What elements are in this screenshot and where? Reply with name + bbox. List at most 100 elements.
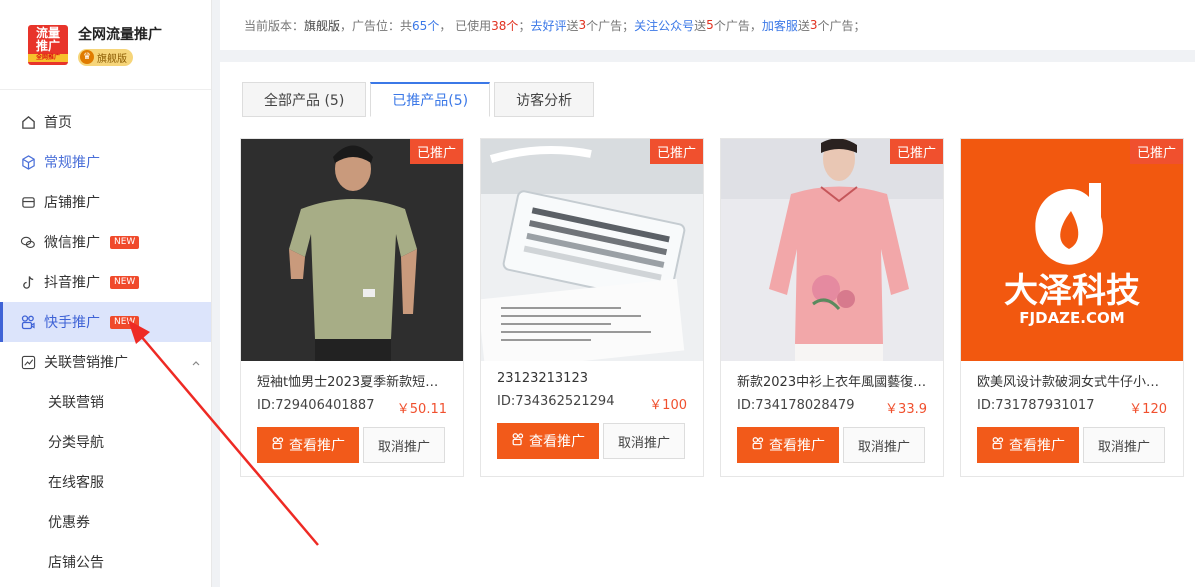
sidebar-item-store[interactable]: 店铺推广 xyxy=(0,182,211,222)
notice-text: ，广告位：共 xyxy=(340,18,413,33)
product-card: 已推广 23123213123 ID:734362521294 ￥100 查看推… xyxy=(480,138,704,477)
notice-text: 个广告， xyxy=(713,18,762,33)
sidebar-item-home[interactable]: 首页 xyxy=(0,102,211,142)
cancel-promotion-button[interactable]: 取消推广 xyxy=(603,423,685,459)
app-logo: 流量 推广 全网推广 xyxy=(28,24,68,65)
notice-text: 当前版本： xyxy=(244,18,305,33)
sidebar-item-regular[interactable]: 常规推广 xyxy=(0,142,211,182)
follow-account-link[interactable]: 关注公众号 xyxy=(634,17,694,34)
tab-visitor-analysis[interactable]: 访客分析 xyxy=(494,82,595,117)
new-badge: NEW xyxy=(110,275,140,289)
sidebar-subitem-online-service[interactable]: 在线客服 xyxy=(0,462,211,502)
product-actions: 查看推广 取消推广 xyxy=(977,427,1167,463)
view-promotion-label: 查看推广 xyxy=(1009,438,1065,454)
view-promotion-button[interactable]: 查看推广 xyxy=(737,427,839,463)
sidebar-item-label: 微信推广 xyxy=(44,235,100,251)
product-card: 已推广 短袖t恤男士2023夏季新款短袖t恤男士宽松潮牌 ID:72940640… xyxy=(240,138,464,477)
product-name[interactable]: 短袖t恤男士2023夏季新款短袖t恤男士宽松潮牌 xyxy=(257,371,447,390)
crown-icon: ♛ xyxy=(80,50,94,64)
view-promotion-label: 查看推广 xyxy=(529,434,585,450)
product-id: ID:729406401887 xyxy=(257,398,375,413)
logo-line2: 推广 xyxy=(35,39,60,53)
sidebar-subitem-store-notice[interactable]: 店铺公告 xyxy=(0,542,211,582)
sidebar-item-label: 首页 xyxy=(44,115,72,131)
sidebar-item-wechat[interactable]: 微信推广 NEW xyxy=(0,222,211,262)
tab-all-products[interactable]: 全部产品 (5) xyxy=(242,82,367,117)
sidebar-item-label: 抖音推广 xyxy=(44,275,100,291)
product-name[interactable]: 23123213123 xyxy=(497,371,687,386)
kuaishou-icon xyxy=(271,436,285,454)
notice-count: 3 xyxy=(578,18,587,32)
product-meta: ID:731787931017 ￥120 xyxy=(977,398,1167,417)
product-card: 已推广 新款2023中衫上衣年風國藝復古刺绣 ID:734178028479 ￥… xyxy=(720,138,944,477)
cancel-promotion-button[interactable]: 取消推广 xyxy=(843,427,925,463)
product-id: ID:734362521294 xyxy=(497,394,615,409)
kuaishou-icon xyxy=(991,436,1005,454)
notice-total-slots: 65个 xyxy=(412,18,440,33)
sidebar-item-douyin[interactable]: 抖音推广 NEW xyxy=(0,262,211,302)
good-review-link[interactable]: 去好评 xyxy=(530,17,566,34)
sidebar-item-label: 关联营销推广 xyxy=(44,355,128,371)
product-name[interactable]: 新款2023中衫上衣年風國藝復古刺绣 xyxy=(737,371,927,390)
product-price: ￥50.11 xyxy=(396,402,447,417)
sidebar: 流量 推广 全网推广 全网流量推广 ♛ 旗舰版 首页 常规推广 店铺推广 微信推… xyxy=(0,0,212,587)
sidebar-item-label: 常规推广 xyxy=(44,155,100,171)
version-badge: ♛ 旗舰版 xyxy=(78,48,133,66)
product-name[interactable]: 欧美风设计款破洞女式牛仔小脚裤 xyxy=(977,371,1167,390)
sidebar-item-label: 店铺推广 xyxy=(44,195,100,211)
logo-sub: 全网推广 xyxy=(28,54,68,62)
product-image[interactable]: 已推广 xyxy=(481,139,703,361)
kuaishou-icon xyxy=(751,436,765,454)
store-icon xyxy=(20,194,36,210)
brand-en-text: FJDAZE.COM xyxy=(1019,309,1124,327)
notice-bar: 当前版本： 旗舰版 ，广告位：共 65个 ， 已使用 38个 ； 去好评 送 3… xyxy=(220,0,1195,50)
main-panel: 全部产品 (5) 已推产品(5) 访客分析 已推广 短袖t恤男士2023夏季新款… xyxy=(220,62,1195,587)
product-image[interactable]: 大泽科技 FJDAZE.COM 已推广 xyxy=(961,139,1183,361)
product-tabs: 全部产品 (5) 已推产品(5) 访客分析 xyxy=(242,82,598,117)
sidebar-subitem-related[interactable]: 关联营销 xyxy=(0,382,211,422)
product-id: ID:734178028479 xyxy=(737,398,855,413)
sidebar-subitem-category-nav[interactable]: 分类导航 xyxy=(0,422,211,462)
product-price: ￥120 xyxy=(1129,402,1167,417)
promoted-tag: 已推广 xyxy=(889,139,943,164)
view-promotion-button[interactable]: 查看推广 xyxy=(497,423,599,459)
view-promotion-label: 查看推广 xyxy=(289,438,345,454)
wechat-icon xyxy=(20,234,36,250)
notice-text: 个广告； xyxy=(586,18,635,33)
product-meta: ID:734178028479 ￥33.9 xyxy=(737,398,927,417)
sidebar-item-related-marketing[interactable]: 关联营销推广 xyxy=(0,342,211,382)
brand-cn-text: 大泽科技 xyxy=(1004,271,1140,311)
product-price: ￥33.9 xyxy=(885,402,927,417)
product-id: ID:731787931017 xyxy=(977,398,1095,413)
view-promotion-button[interactable]: 查看推广 xyxy=(977,427,1079,463)
product-image[interactable]: 已推广 xyxy=(241,139,463,361)
sidebar-subitem-coupon[interactable]: 优惠券 xyxy=(0,502,211,542)
douyin-icon xyxy=(20,274,36,290)
notice-text: 送 xyxy=(566,18,579,33)
cancel-promotion-button[interactable]: 取消推广 xyxy=(1083,427,1165,463)
notice-version: 旗舰版 xyxy=(304,18,341,33)
cube-icon xyxy=(20,154,36,170)
notice-count: 5 xyxy=(706,18,714,32)
version-badge-label: 旗舰版 xyxy=(97,53,127,65)
sidebar-item-kuaishou[interactable]: 快手推广 NEW xyxy=(0,302,211,342)
add-service-link[interactable]: 加客服 xyxy=(762,17,798,34)
cancel-promotion-button[interactable]: 取消推广 xyxy=(363,427,445,463)
notice-text: 送 xyxy=(694,18,707,33)
chevron-up-icon[interactable] xyxy=(191,356,201,372)
view-promotion-label: 查看推广 xyxy=(769,438,825,454)
chart-icon xyxy=(20,354,36,370)
tab-promoted-products[interactable]: 已推产品(5) xyxy=(370,82,491,117)
view-promotion-button[interactable]: 查看推广 xyxy=(257,427,359,463)
product-actions: 查看推广 取消推广 xyxy=(257,427,447,463)
notice-text: ， 已使用 xyxy=(439,18,492,33)
product-card: 大泽科技 FJDAZE.COM 已推广 欧美风设计款破洞女式牛仔小脚裤 ID:7… xyxy=(960,138,1184,477)
product-actions: 查看推广 取消推广 xyxy=(497,423,687,459)
product-image[interactable]: 已推广 xyxy=(721,139,943,361)
notice-text: ； xyxy=(518,18,531,33)
brand-header: 流量 推广 全网推广 全网流量推广 ♛ 旗舰版 xyxy=(0,0,211,90)
product-meta: ID:729406401887 ￥50.11 xyxy=(257,398,447,417)
home-icon xyxy=(20,114,36,130)
new-badge: NEW xyxy=(110,235,140,249)
kuaishou-icon xyxy=(20,314,36,330)
